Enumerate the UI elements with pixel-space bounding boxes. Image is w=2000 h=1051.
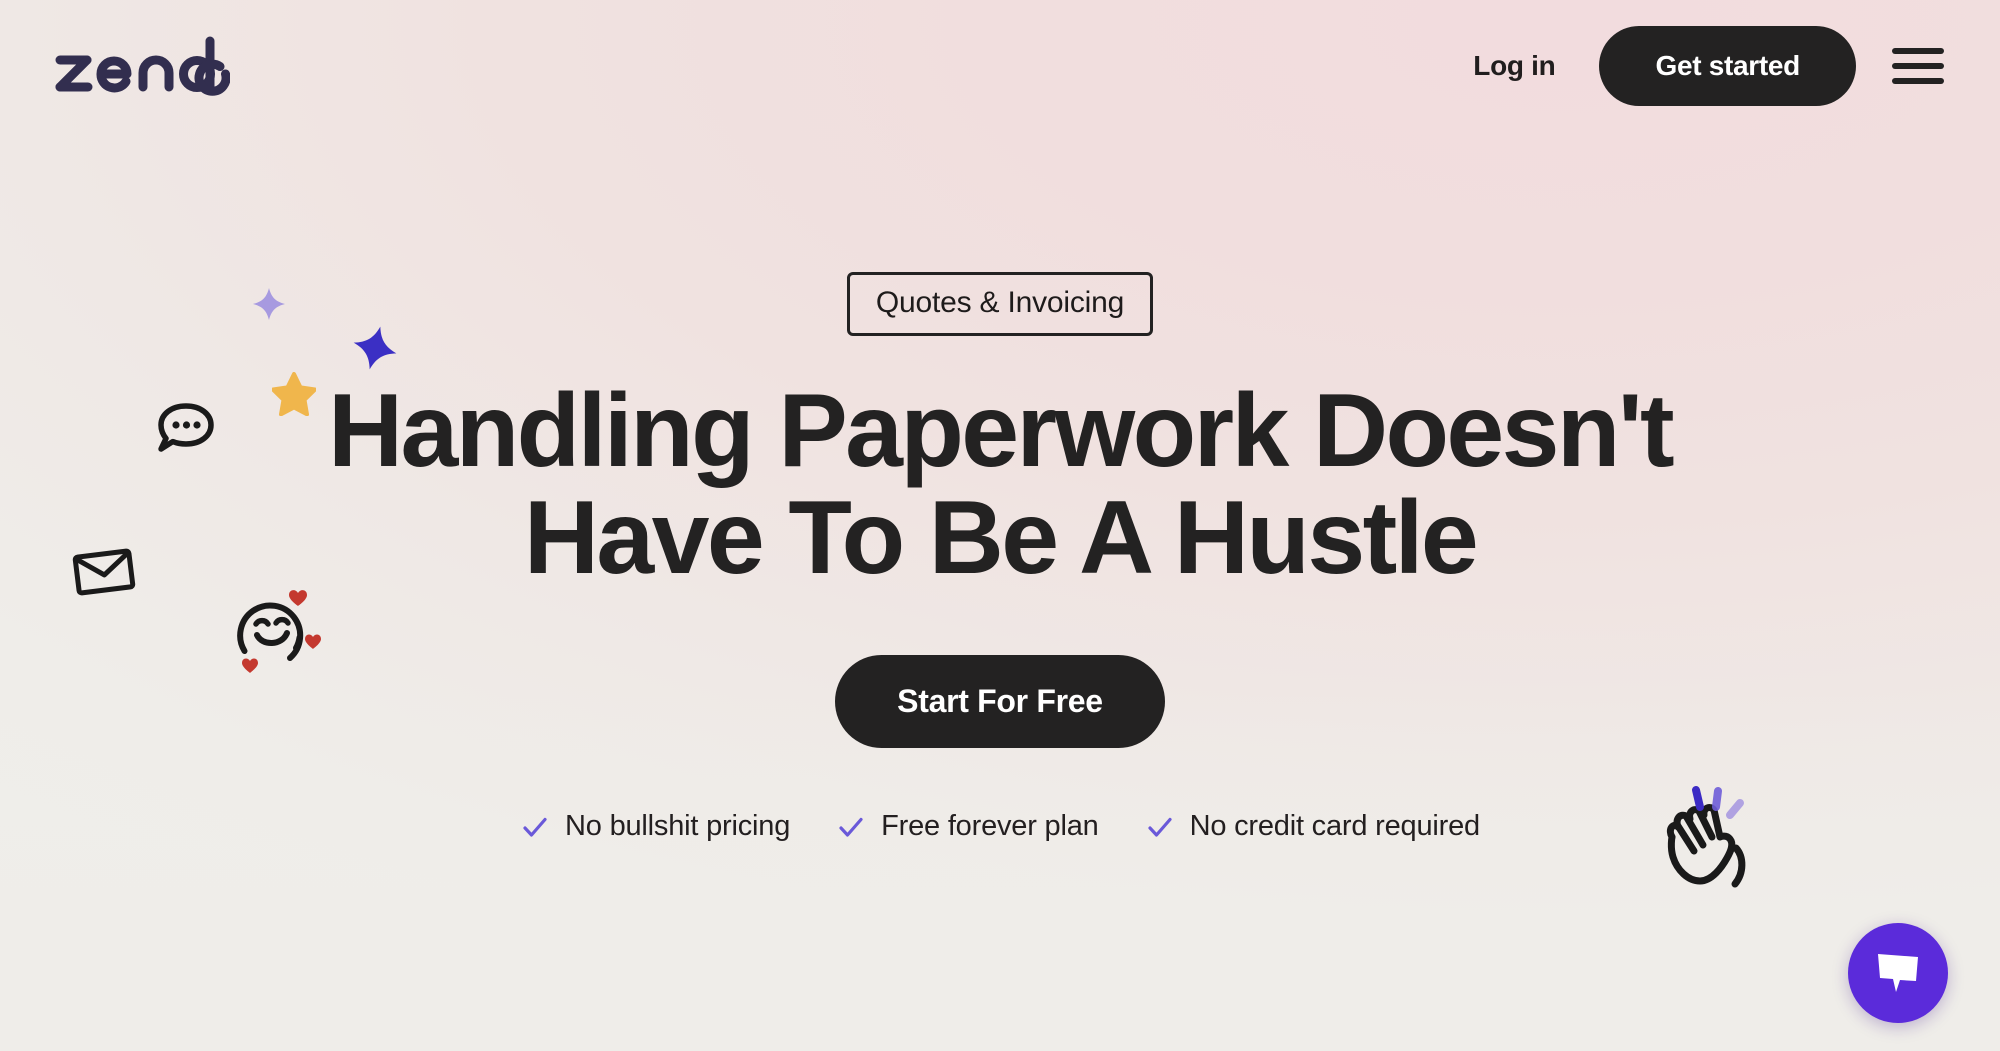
- page-title: Handling Paperwork Doesn't Have To Be A …: [327, 373, 1675, 597]
- waving-hand-icon: [1648, 785, 1764, 901]
- site-header: Log in Get started: [0, 0, 2000, 132]
- chat-widget-button[interactable]: [1848, 923, 1948, 1023]
- feature-list: No bullshit pricing Free forever plan No…: [520, 810, 1480, 843]
- sparkle-icon: [252, 287, 286, 321]
- hero-page: Log in Get started Quotes & Invoicing Ha…: [0, 0, 2000, 1051]
- hamburger-bar: [1892, 78, 1944, 84]
- check-icon: [839, 817, 863, 837]
- envelope-icon: [72, 545, 136, 599]
- get-started-button[interactable]: Get started: [1599, 26, 1856, 106]
- start-for-free-button[interactable]: Start For Free: [835, 655, 1165, 749]
- zendo-logo[interactable]: [55, 36, 230, 96]
- headline-line-1: Handling Paperwork Doesn't: [327, 373, 1675, 489]
- feature-item: No credit card required: [1145, 810, 1480, 843]
- zendo-logo-mark: [55, 36, 230, 96]
- check-icon: [523, 817, 547, 837]
- headline-line-2: Have To Be A Hustle: [523, 480, 1479, 597]
- smiley-hearts-icon: [228, 585, 324, 677]
- feature-item: No bullshit pricing: [520, 810, 790, 843]
- star-five-point-icon: [272, 372, 316, 416]
- hamburger-menu-icon[interactable]: [1892, 44, 1944, 88]
- feature-label: No bullshit pricing: [565, 810, 791, 843]
- chat-bubble-icon: [155, 400, 217, 456]
- header-nav: Log in Get started: [1451, 26, 1952, 106]
- feature-label: No credit card required: [1189, 810, 1481, 843]
- chat-bubble-icon: [1878, 954, 1918, 992]
- feature-label: Free forever plan: [881, 810, 1099, 843]
- feature-item: Free forever plan: [836, 810, 1099, 843]
- hamburger-bar: [1892, 63, 1944, 69]
- hamburger-bar: [1892, 48, 1944, 54]
- star-four-point-icon: [352, 325, 398, 371]
- check-icon: [1147, 817, 1172, 837]
- login-link[interactable]: Log in: [1451, 40, 1577, 92]
- hero-section: Quotes & Invoicing Handling Paperwork Do…: [0, 0, 2000, 1051]
- category-badge: Quotes & Invoicing: [846, 272, 1154, 336]
